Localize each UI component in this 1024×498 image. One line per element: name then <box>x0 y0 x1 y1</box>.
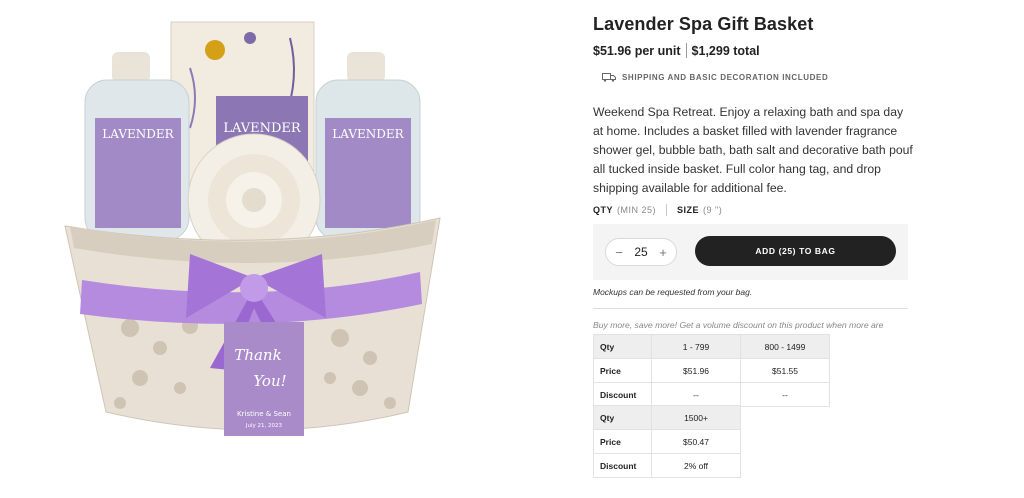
box-label-text: LAVENDER <box>223 121 302 136</box>
tier-qty: 1500+ <box>651 405 741 430</box>
product-options: QTY (MIN 25) SIZE (9 ") <box>593 204 913 216</box>
product-image: LAVENDER LAVENDER LAVENDER Thank You! Kr… <box>40 8 480 490</box>
price-divider <box>685 43 687 58</box>
pricing-table-1: Qty 1 - 799 800 - 1499 Price $51.96 $51.… <box>593 334 830 407</box>
quantity-value[interactable]: 25 <box>634 245 647 259</box>
pricing-price-row: Price $51.96 $51.55 <box>593 358 830 383</box>
tag-names: Kristine & Sean <box>237 410 291 418</box>
tag-date: July 21, 2023 <box>245 423 283 429</box>
row-label-price: Price <box>593 429 652 454</box>
tier-price: $51.96 <box>651 358 741 383</box>
tag-text-you: You! <box>253 372 286 390</box>
tier-price: $51.55 <box>740 358 830 383</box>
product-description: Weekend Spa Retreat. Enjoy a relaxing ba… <box>593 105 913 195</box>
add-to-bag-button[interactable]: ADD (25) TO BAG <box>695 236 896 266</box>
unit-price: $51.96 per unit <box>593 43 681 58</box>
row-label-discount: Discount <box>593 382 652 407</box>
row-label-qty: Qty <box>593 405 652 430</box>
thank-you-tag: Thank You! Kristine & Sean July 21, 2023 <box>224 322 304 436</box>
pricing-price-row: Price $50.47 <box>593 429 741 454</box>
pricing-discount-row: Discount 2% off <box>593 453 741 478</box>
quantity-stepper[interactable]: − 25 + <box>605 238 677 266</box>
bottle-label-right: LAVENDER <box>332 127 404 141</box>
product-title: Lavender Spa Gift Basket <box>593 14 814 34</box>
increment-button[interactable]: + <box>658 245 668 260</box>
section-divider <box>593 308 908 309</box>
total-price: $1,299 total <box>691 43 760 58</box>
size-option-label: SIZE <box>677 205 700 215</box>
tier-discount: 2% off <box>651 453 741 478</box>
truck-icon <box>602 73 616 82</box>
qty-option-label: QTY <box>593 205 614 215</box>
add-to-bag-box: − 25 + ADD (25) TO BAG <box>593 224 908 280</box>
shipping-note: SHIPPING AND BASIC DECORATION INCLUDED <box>602 72 913 82</box>
tier-qty: 800 - 1499 <box>740 334 830 359</box>
tag-text-thank: Thank <box>234 346 281 364</box>
decrement-button[interactable]: − <box>614 245 624 260</box>
product-panel: Lavender Spa Gift Basket $51.96 per unit… <box>593 14 913 343</box>
pricing-discount-row: Discount -- -- <box>593 382 830 407</box>
tier-discount: -- <box>651 382 741 407</box>
options-divider <box>666 204 668 216</box>
bubble-bath-bottle: LAVENDER <box>315 52 421 241</box>
tier-price: $50.47 <box>651 429 741 454</box>
pricing-qty-row: Qty 1 - 799 800 - 1499 <box>593 334 830 359</box>
price-line: $51.96 per unit $1,299 total <box>593 43 913 58</box>
qty-min: (MIN 25) <box>617 205 657 215</box>
row-label-discount: Discount <box>593 453 652 478</box>
shipping-text: SHIPPING AND BASIC DECORATION INCLUDED <box>622 72 829 82</box>
pricing-qty-row: Qty 1500+ <box>593 405 741 430</box>
tier-qty: 1 - 799 <box>651 334 741 359</box>
mockups-note: Mockups can be requested from your bag. <box>593 287 753 297</box>
bottle-label-left: LAVENDER <box>102 127 174 141</box>
tier-discount: -- <box>740 382 830 407</box>
row-label-price: Price <box>593 358 652 383</box>
row-label-qty: Qty <box>593 334 652 359</box>
pricing-table-2: Qty 1500+ Price $50.47 Discount 2% off <box>593 405 741 478</box>
size-value: (9 ") <box>703 205 723 215</box>
